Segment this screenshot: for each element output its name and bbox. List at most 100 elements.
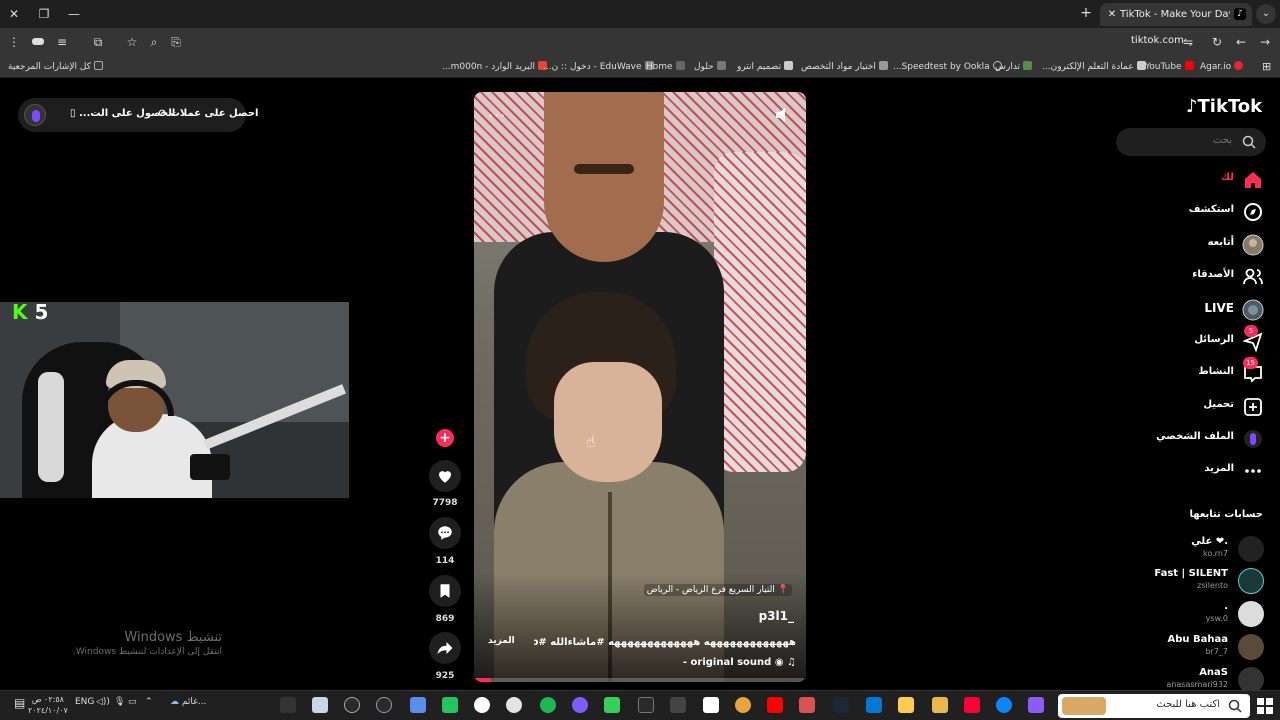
volume-tray-icon[interactable]: ◁))	[96, 697, 110, 707]
calculator-icon[interactable]	[312, 697, 328, 713]
weather-widget[interactable]: ☁ غائم...	[170, 697, 206, 707]
file-explorer-icon[interactable]	[932, 697, 948, 713]
address-bar[interactable]: tiktok.com	[1131, 35, 1184, 46]
search-input[interactable]: بحث	[1116, 128, 1266, 156]
epic-games-icon[interactable]	[280, 697, 296, 713]
caption-more-link[interactable]: المزيد	[488, 636, 515, 646]
kick-badge: K 5	[12, 300, 49, 324]
nav-friends[interactable]: الأصدقاء	[1084, 264, 1264, 290]
speedometer-icon[interactable]	[344, 697, 360, 713]
tiktok-logo[interactable]: ♪TikTok	[1186, 96, 1262, 117]
extensions-puzzle-icon[interactable]: ⧉	[88, 32, 108, 52]
nav-upload[interactable]: تحميل	[1084, 394, 1264, 420]
user-avatar[interactable]	[24, 104, 46, 126]
search-icon[interactable]	[1242, 135, 1256, 149]
language-indicator[interactable]: ENG	[75, 697, 94, 707]
nav-activity[interactable]: النشاط 15	[1084, 357, 1264, 387]
minimize-window-icon[interactable]: —	[64, 4, 84, 24]
bookmark-eduwave[interactable]: EduWave - دخول :: ن...	[543, 61, 654, 72]
notification-icon[interactable]: ▤	[14, 696, 25, 710]
bookmark-all[interactable]: كل الإشارات المرجعية	[8, 61, 103, 72]
bookmark-inbox[interactable]: البريد الوارد - m000n...	[442, 61, 547, 72]
bookmark-star-icon[interactable]: ☆	[122, 32, 142, 52]
windows-start-icon[interactable]	[1256, 697, 1274, 715]
zoom-icon[interactable]: ⌕	[144, 32, 164, 52]
steam-icon[interactable]	[833, 697, 849, 713]
xbox-icon[interactable]	[638, 697, 654, 713]
copilot-icon[interactable]	[1028, 697, 1044, 713]
bookmark-home[interactable]: Home	[646, 61, 685, 72]
taskbar-search-input[interactable]: اكتب هنا للبحث	[1058, 694, 1250, 718]
forward-icon[interactable]: ←	[1231, 32, 1251, 52]
install-app-icon[interactable]: ⎘	[166, 32, 186, 52]
bookmark-speedtest[interactable]: Speedtest by Ookla...	[893, 61, 1002, 72]
app-badge-icon[interactable]	[799, 697, 815, 713]
comment-button[interactable]	[429, 517, 461, 549]
app-purple-icon[interactable]	[572, 697, 588, 713]
extension-icon[interactable]	[28, 32, 48, 52]
bookmark-courses[interactable]: اختيار مواد التخصص	[801, 61, 888, 72]
following-account[interactable]: Abu Bahaa br7_7	[1064, 632, 1264, 662]
volume-icon[interactable]	[774, 106, 792, 124]
following-account[interactable]: علي ❤. ko.rn7	[1064, 534, 1264, 564]
nav-for-you[interactable]: لك	[1084, 167, 1264, 193]
app-blue-icon[interactable]	[866, 697, 882, 713]
app-white-icon[interactable]	[474, 697, 490, 713]
close-window-icon[interactable]: ✕	[4, 4, 24, 24]
nav-messages[interactable]: الرسائل 5	[1084, 325, 1264, 355]
bookmark-elearning[interactable]: عمادة التعلم الإلكترون...	[1042, 61, 1146, 72]
spotify-icon[interactable]	[540, 697, 556, 713]
site-settings-icon[interactable]: ⇋	[1178, 32, 1198, 52]
google-play-icon[interactable]	[604, 697, 620, 713]
show-hidden-icons-icon[interactable]: ⌃	[145, 697, 153, 707]
back-icon[interactable]: →	[1255, 32, 1275, 52]
app-green-icon[interactable]	[442, 697, 458, 713]
tab-tiktok[interactable]: ✕ TikTok - Make Your Day ♪	[1100, 3, 1252, 26]
video-location[interactable]: 📍 التيار السريع فرع الرياض - الرياض	[643, 584, 792, 596]
nav-profile[interactable]: الملف الشخصي	[1084, 426, 1264, 452]
video-sound[interactable]: ♫ ◉ original sound -	[683, 657, 796, 668]
bookmark-solutions[interactable]: حلول	[694, 61, 726, 72]
share-button[interactable]	[429, 632, 461, 664]
nav-more[interactable]: المزيد	[1084, 458, 1264, 484]
obs-icon[interactable]	[506, 697, 522, 713]
nav-following[interactable]: أتابعه	[1084, 232, 1264, 258]
reload-icon[interactable]: ↻	[1207, 32, 1227, 52]
bookmark-intro[interactable]: تصميم انترو	[737, 61, 794, 72]
tab-close-icon[interactable]: ✕	[1106, 3, 1118, 26]
chrome-icon[interactable]	[735, 697, 751, 713]
following-account[interactable]: Fast | SILENT zsilento	[1064, 566, 1264, 596]
bookmark-agario[interactable]: Agar.io	[1200, 61, 1244, 72]
bookmark-tadarus[interactable]: تدارس	[995, 61, 1033, 72]
app-circle-icon[interactable]	[376, 697, 392, 713]
youtube-app-icon[interactable]	[964, 697, 980, 713]
tab-search-icon[interactable]: ⌄	[1256, 4, 1276, 24]
video-player[interactable]: ··· 📍 التيار السريع فرع الرياض - الرياض …	[474, 92, 806, 682]
follow-plus-button[interactable]: +	[436, 429, 454, 447]
app-bm-icon[interactable]	[670, 697, 686, 713]
network-tray-icon[interactable]: ▭	[128, 697, 137, 707]
edge-icon[interactable]	[996, 697, 1012, 713]
media-controls-icon[interactable]: ≡	[52, 32, 72, 52]
nav-explore[interactable]: استكشف	[1084, 199, 1264, 225]
microphone-tray-icon[interactable]: 🎙	[114, 697, 125, 707]
video-more-options-icon[interactable]: ···	[488, 106, 506, 125]
browser-menu-icon[interactable]: ⋮	[4, 32, 24, 52]
app-diamond-icon[interactable]	[410, 697, 426, 713]
youtube-icon[interactable]	[767, 697, 783, 713]
bookmark-youtube[interactable]: YouTube	[1145, 61, 1194, 72]
restore-window-icon[interactable]: ❐	[34, 4, 54, 24]
app-yellow-icon[interactable]	[898, 697, 914, 713]
taskbar-clock[interactable]: ٠٢:٥٨ ص ٢٠٢٤/١٠/٠٧	[28, 694, 68, 716]
video-author[interactable]: p3l1_	[759, 609, 794, 623]
app-purple-n-icon[interactable]	[703, 697, 719, 713]
apps-grid-icon[interactable]: ⊞	[1262, 60, 1271, 73]
nav-live[interactable]: LIVE	[1084, 297, 1264, 323]
new-tab-button[interactable]: +	[1078, 4, 1094, 24]
following-avatar-icon	[1242, 234, 1264, 256]
like-button[interactable]	[429, 460, 461, 492]
get-coins-button[interactable]: احصل على عملات ⊘	[158, 108, 258, 119]
video-progress-bar[interactable]	[474, 678, 806, 682]
save-button[interactable]	[429, 575, 461, 607]
following-account[interactable]: . ysw.0	[1064, 599, 1264, 629]
